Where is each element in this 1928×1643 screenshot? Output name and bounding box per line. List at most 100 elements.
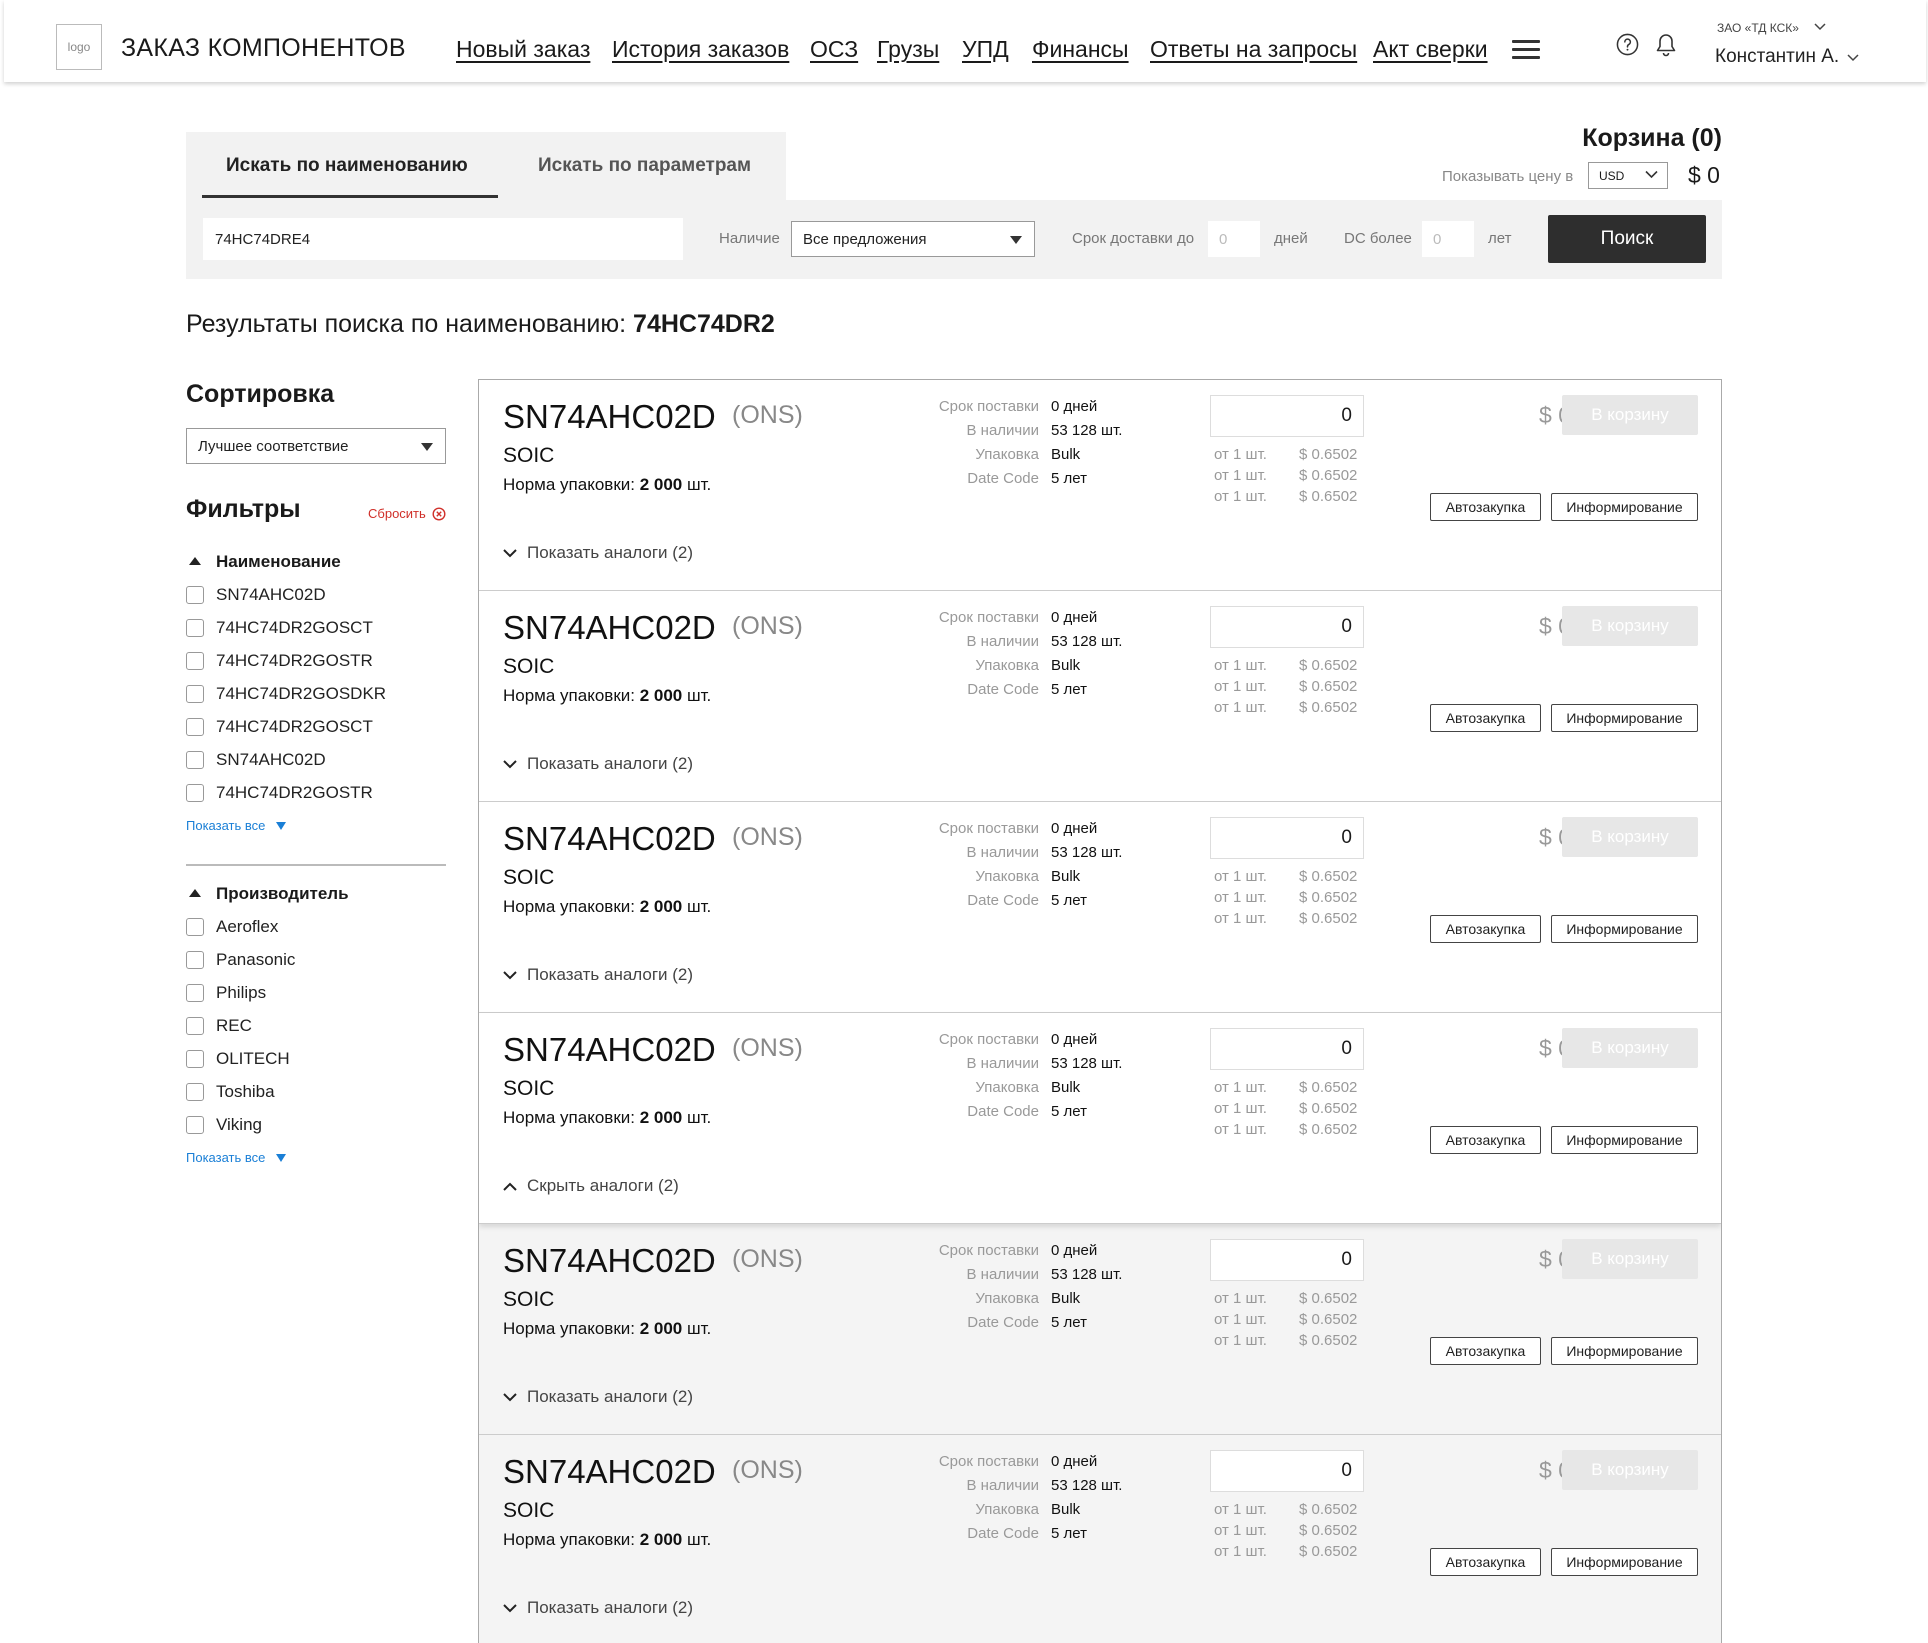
nav-osz[interactable]: ОСЗ	[810, 36, 858, 63]
quantity-input[interactable]: 0	[1210, 606, 1364, 648]
checkbox[interactable]	[186, 984, 204, 1002]
auto-purchase-button[interactable]: Автозакупка	[1430, 1548, 1541, 1576]
checkbox[interactable]	[186, 619, 204, 637]
checkbox[interactable]	[186, 784, 204, 802]
name-filter-item[interactable]: SN74AHC02D	[186, 750, 326, 770]
logo[interactable]: logo	[56, 24, 102, 70]
tab-search-by-params[interactable]: Искать по параметрам	[538, 155, 751, 177]
nav-new-order[interactable]: Новый заказ	[456, 36, 590, 63]
checkbox[interactable]	[186, 1017, 204, 1035]
quantity-input[interactable]: 0	[1210, 1450, 1364, 1492]
name-filter-item[interactable]: 74HC74DR2GOSTR	[186, 651, 373, 671]
product-name[interactable]: SN74AHC02D	[503, 398, 716, 436]
manufacturer-filter-item[interactable]: Philips	[186, 983, 266, 1003]
quantity-input[interactable]: 0	[1210, 1239, 1364, 1281]
manufacturer-filter-item[interactable]: OLITECH	[186, 1049, 290, 1069]
auto-purchase-button[interactable]: Автозакупка	[1430, 915, 1541, 943]
manufacturer-filter-item[interactable]: Panasonic	[186, 950, 295, 970]
nav-cargo[interactable]: Грузы	[877, 36, 939, 63]
add-to-cart-button[interactable]: В корзину	[1562, 606, 1698, 646]
collapse-arrow-icon[interactable]	[189, 889, 201, 897]
menu-icon[interactable]	[1512, 40, 1540, 60]
toggle-analogs-link[interactable]: Показать аналоги (2)	[503, 753, 693, 775]
availability-select[interactable]: Все предложения	[791, 221, 1035, 257]
checkbox[interactable]	[186, 751, 204, 769]
cart-title[interactable]: Корзина (0)	[1580, 124, 1722, 153]
quantity-input[interactable]: 0	[1210, 1028, 1364, 1070]
quantity-input[interactable]: 0	[1210, 395, 1364, 437]
auto-purchase-button[interactable]: Автозакупка	[1430, 1337, 1541, 1365]
collapse-arrow-icon[interactable]	[189, 557, 201, 565]
auto-purchase-button[interactable]: Автозакупка	[1430, 493, 1541, 521]
product-name[interactable]: SN74AHC02D	[503, 609, 716, 647]
dropdown-arrow-icon[interactable]	[276, 822, 286, 830]
checkbox[interactable]	[186, 918, 204, 936]
toggle-analogs-link[interactable]: Скрыть аналоги (2)	[503, 1175, 679, 1197]
checkbox[interactable]	[186, 718, 204, 736]
add-to-cart-button[interactable]: В корзину	[1562, 1028, 1698, 1068]
manufacturer-filter-item[interactable]: Aeroflex	[186, 917, 278, 937]
checkbox[interactable]	[186, 652, 204, 670]
sort-select[interactable]: Лучшее соответствие	[186, 428, 446, 464]
search-button[interactable]: Поиск	[1548, 215, 1706, 263]
manufacturer-filter-item[interactable]: REC	[186, 1016, 252, 1036]
nav-upd[interactable]: УПД	[962, 36, 1009, 63]
name-filter-item[interactable]: 74HC74DR2GOSDKR	[186, 684, 386, 704]
product-name[interactable]: SN74AHC02D	[503, 1453, 716, 1491]
tab-search-by-name[interactable]: Искать по наименованию	[226, 155, 468, 177]
manufacturer-filter-item[interactable]: Toshiba	[186, 1082, 275, 1102]
name-filter-item[interactable]: 74HC74DR2GOSTR	[186, 783, 373, 803]
nav-responses[interactable]: Ответы на запросы	[1150, 36, 1357, 63]
reset-filters-link[interactable]: Сбросить	[368, 506, 426, 521]
delivery-days-input[interactable]: 0	[1208, 221, 1260, 257]
toggle-analogs-link[interactable]: Показать аналоги (2)	[503, 1597, 693, 1619]
add-to-cart-button[interactable]: В корзину	[1562, 1239, 1698, 1279]
toggle-analogs-link[interactable]: Показать аналоги (2)	[503, 964, 693, 986]
product-name[interactable]: SN74AHC02D	[503, 820, 716, 858]
show-all-manufacturers-link[interactable]: Показать все	[186, 1150, 265, 1165]
add-to-cart-button[interactable]: В корзину	[1562, 395, 1698, 435]
add-to-cart-button[interactable]: В корзину	[1562, 1450, 1698, 1490]
checkbox[interactable]	[186, 1116, 204, 1134]
checkbox[interactable]	[186, 586, 204, 604]
dropdown-arrow-icon[interactable]	[276, 1154, 286, 1162]
auto-purchase-button[interactable]: Автозакупка	[1430, 704, 1541, 732]
help-icon[interactable]	[1616, 33, 1639, 56]
notify-button[interactable]: Информирование	[1551, 915, 1698, 943]
notify-button[interactable]: Информирование	[1551, 493, 1698, 521]
company-selector[interactable]: ЗАО «ТД КСК»	[1717, 21, 1799, 35]
product-name[interactable]: SN74AHC02D	[503, 1031, 716, 1069]
search-input[interactable]	[203, 218, 683, 260]
bell-icon[interactable]	[1654, 32, 1678, 58]
notify-button[interactable]: Информирование	[1551, 1337, 1698, 1365]
show-all-names-link[interactable]: Показать все	[186, 818, 265, 833]
toggle-analogs-label: Показать аналоги (2)	[527, 1598, 694, 1617]
facet-manufacturer-title[interactable]: Производитель	[216, 884, 349, 904]
facet-name-title[interactable]: Наименование	[216, 552, 341, 572]
user-menu[interactable]: Константин А.	[1715, 46, 1839, 68]
product-name[interactable]: SN74AHC02D	[503, 1242, 716, 1280]
nav-reconciliation[interactable]: Акт сверки	[1373, 36, 1488, 63]
quantity-input[interactable]: 0	[1210, 817, 1364, 859]
checkbox[interactable]	[186, 1050, 204, 1068]
toggle-analogs-link[interactable]: Показать аналоги (2)	[503, 542, 693, 564]
auto-purchase-button[interactable]: Автозакупка	[1430, 1126, 1541, 1154]
checkbox[interactable]	[186, 685, 204, 703]
name-filter-item[interactable]: 74HC74DR2GOSCT	[186, 717, 373, 737]
name-filter-item[interactable]: 74HC74DR2GOSCT	[186, 618, 373, 638]
notify-button[interactable]: Информирование	[1551, 1126, 1698, 1154]
dc-years-input[interactable]: 0	[1422, 221, 1474, 257]
chevron-down-icon[interactable]	[1814, 22, 1826, 31]
checkbox[interactable]	[186, 951, 204, 969]
name-filter-item[interactable]: SN74AHC02D	[186, 585, 326, 605]
notify-button[interactable]: Информирование	[1551, 704, 1698, 732]
checkbox[interactable]	[186, 1083, 204, 1101]
add-to-cart-button[interactable]: В корзину	[1562, 817, 1698, 857]
nav-order-history[interactable]: История заказов	[612, 36, 789, 63]
manufacturer-filter-item[interactable]: Viking	[186, 1115, 262, 1135]
toggle-analogs-link[interactable]: Показать аналоги (2)	[503, 1386, 693, 1408]
nav-finance[interactable]: Финансы	[1032, 36, 1129, 63]
chevron-down-icon[interactable]	[1847, 53, 1859, 62]
notify-button[interactable]: Информирование	[1551, 1548, 1698, 1576]
close-circle-icon[interactable]	[432, 507, 446, 521]
